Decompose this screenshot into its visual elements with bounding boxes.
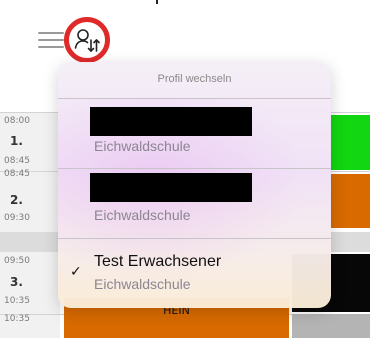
time-slot: 08:45 2. 09:30	[0, 169, 60, 231]
slot-number: 1.	[10, 134, 23, 148]
slot-end-time: 08:45	[4, 156, 30, 166]
status-mark	[156, 0, 158, 4]
slot-number: 3.	[10, 275, 23, 289]
time-slot: 08:00 1. 08:45	[0, 112, 60, 170]
popover-title: Profil wechseln	[157, 73, 232, 85]
slot-start-time: 08:45	[4, 169, 30, 179]
switch-user-icon	[74, 29, 100, 52]
slot-start-time: 10:35	[4, 314, 30, 324]
hamburger-menu-icon[interactable]	[38, 30, 64, 50]
slot-start-time: 08:00	[4, 116, 30, 126]
lesson-cell[interactable]	[292, 314, 370, 338]
profile-school: Eichwaldschule	[94, 276, 191, 292]
slot-number: 2.	[10, 193, 23, 207]
redacted-name	[90, 173, 252, 202]
profile-name: Test Erwachsener	[94, 253, 222, 270]
profile-switch-button[interactable]	[64, 17, 110, 63]
checkmark-icon: ✓	[70, 264, 82, 280]
profile-school: Eichwaldschule	[94, 138, 191, 154]
slot-end-time: 10:35	[4, 296, 30, 306]
profile-option[interactable]: Eichwaldschule	[58, 99, 331, 167]
profile-option-selected[interactable]: ✓ Test Erwachsener Eichwaldschule	[58, 239, 331, 308]
profile-school: Eichwaldschule	[94, 207, 191, 223]
redacted-name	[90, 107, 252, 136]
slot-start-time: 09:50	[4, 256, 30, 266]
slot-end-time: 09:30	[4, 213, 30, 223]
time-slot: 09:50 3. 10:35	[0, 252, 60, 312]
time-slot: 10:35	[0, 314, 60, 338]
profile-option[interactable]: Eichwaldschule	[58, 169, 331, 237]
lesson-cell[interactable]	[330, 115, 370, 170]
lesson-cell[interactable]	[330, 174, 370, 228]
profile-switch-popover: Profil wechseln Eichwaldschule Eichwalds…	[58, 62, 331, 308]
